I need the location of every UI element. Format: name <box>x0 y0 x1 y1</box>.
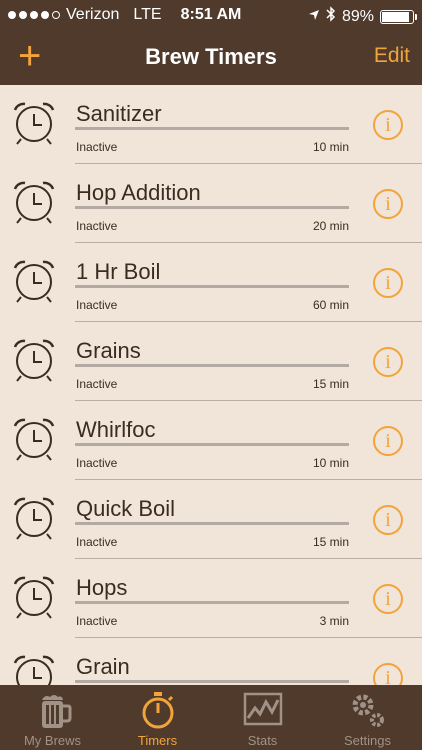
timer-progress-bar <box>75 522 349 525</box>
timer-row[interactable]: Sanitizer Inactive 10 min i <box>0 85 422 164</box>
timer-status: Inactive <box>76 298 118 312</box>
info-icon[interactable]: i <box>373 426 403 456</box>
timer-progress-bar <box>75 680 349 683</box>
timer-progress-bar <box>75 443 349 446</box>
alarm-clock-icon <box>13 339 55 382</box>
tab-my-brews[interactable]: My Brews <box>0 685 105 750</box>
timer-name: Whirlfoc <box>76 417 156 442</box>
tab-stats[interactable]: Stats <box>210 685 315 750</box>
alarm-clock-icon <box>13 655 55 685</box>
alarm-clock-icon <box>13 181 55 224</box>
chart-icon <box>243 692 283 726</box>
info-icon[interactable]: i <box>373 505 403 535</box>
timer-progress-bar <box>75 206 349 209</box>
timer-name: Quick Boil <box>76 496 176 521</box>
timer-duration: 60 min <box>312 298 349 312</box>
timer-status: Inactive <box>76 535 118 549</box>
tab-label: Stats <box>247 733 278 748</box>
tab-timers[interactable]: Timers <box>105 685 210 750</box>
timer-name: 1 Hr Boil <box>76 259 161 284</box>
timer-name: Sanitizer <box>76 101 162 126</box>
timer-name: Hops <box>76 575 128 600</box>
tab-label: My Brews <box>23 733 82 748</box>
tab-settings[interactable]: Settings <box>315 685 420 750</box>
alarm-clock-icon <box>13 418 55 461</box>
info-icon[interactable]: i <box>373 347 403 377</box>
timer-row[interactable]: Grains Inactive 15 min i <box>0 322 422 401</box>
timer-duration: 20 min <box>312 219 349 233</box>
timer-row[interactable]: Quick Boil Inactive 15 min i <box>0 480 422 559</box>
info-icon[interactable]: i <box>373 189 403 219</box>
tab-bar: My Brews Timers Stats Settings <box>0 685 422 750</box>
tab-label: Settings <box>344 733 391 748</box>
alarm-clock-icon <box>13 260 55 303</box>
timer-progress-bar <box>75 364 349 367</box>
timer-duration: 15 min <box>312 535 349 549</box>
alarm-clock-icon <box>13 497 55 540</box>
location-arrow-icon <box>308 8 320 26</box>
timer-status: Inactive <box>76 140 118 154</box>
timer-name: Grains <box>76 338 141 363</box>
timer-list[interactable]: Sanitizer Inactive 10 min i Hop Addition… <box>0 85 422 685</box>
alarm-clock-icon <box>13 576 55 619</box>
timer-duration: 3 min <box>319 614 349 628</box>
timer-duration: 10 min <box>312 140 349 154</box>
timer-progress-bar <box>75 127 349 130</box>
beer-mug-icon <box>42 695 72 728</box>
battery-percent: 89% <box>341 7 374 25</box>
timer-status: Inactive <box>76 456 118 470</box>
timer-row[interactable]: Hop Addition Inactive 20 min i <box>0 164 422 243</box>
bluetooth-icon <box>326 6 336 27</box>
info-icon[interactable]: i <box>373 584 403 614</box>
timer-progress-bar <box>75 285 349 288</box>
timer-name: Hop Addition <box>76 180 201 205</box>
battery-icon <box>380 9 417 24</box>
timer-status: Inactive <box>76 219 118 233</box>
timer-duration: 15 min <box>312 377 349 391</box>
timer-row[interactable]: 1 Hr Boil Inactive 60 min i <box>0 243 422 322</box>
info-icon[interactable]: i <box>373 663 403 685</box>
timer-status: Inactive <box>76 377 118 391</box>
timer-row[interactable]: Hops Inactive 3 min i <box>0 559 422 638</box>
timer-name: Grain <box>76 654 130 679</box>
timer-status: Inactive <box>76 614 118 628</box>
page-title: Brew Timers <box>145 44 277 69</box>
status-bar: Verizon LTE 8:51 AM 89% <box>0 0 422 30</box>
navigation-bar: + Brew Timers Edit <box>0 30 422 85</box>
alarm-clock-icon <box>13 102 55 145</box>
stopwatch-icon <box>142 692 174 729</box>
tab-label: Timers <box>137 733 178 748</box>
timer-row[interactable]: Whirlfoc Inactive 10 min i <box>0 401 422 480</box>
info-icon[interactable]: i <box>373 110 403 140</box>
info-icon[interactable]: i <box>373 268 403 298</box>
timer-duration: 10 min <box>312 456 349 470</box>
timer-progress-bar <box>75 601 349 604</box>
gears-icon <box>352 694 384 727</box>
edit-button[interactable]: Edit <box>374 44 410 68</box>
timer-row[interactable]: Grain i <box>0 638 422 685</box>
